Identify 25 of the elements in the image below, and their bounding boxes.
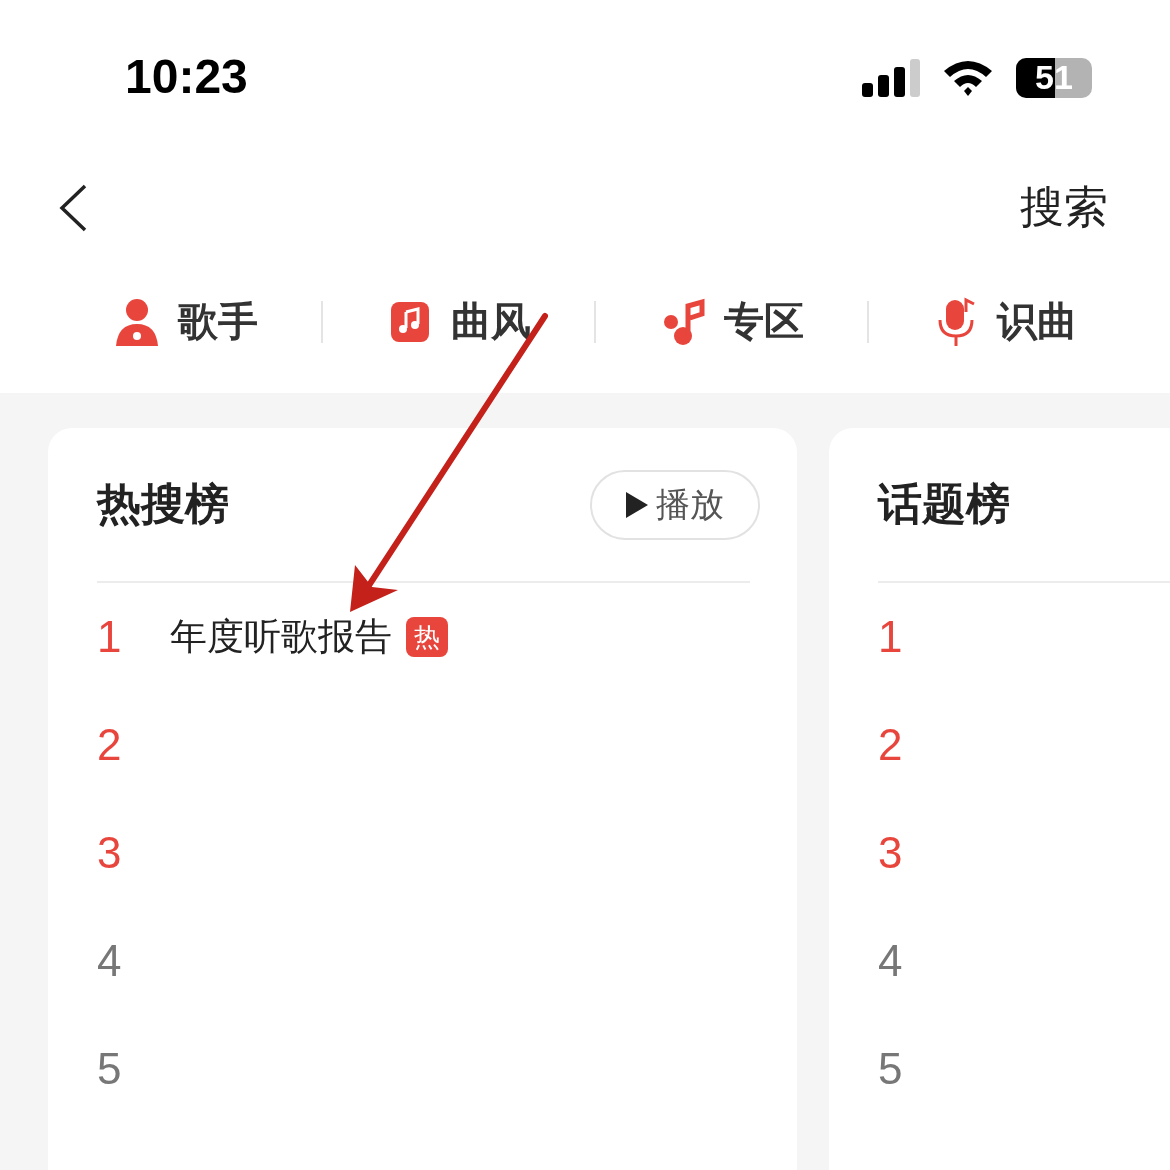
rank-number: 4 bbox=[97, 936, 123, 986]
rank-number: 3 bbox=[97, 828, 123, 878]
play-button[interactable]: 播放 bbox=[590, 469, 760, 540]
category-label[interactable]: 歌手 bbox=[177, 294, 258, 349]
rank-number: 4 bbox=[878, 936, 904, 986]
item-title[interactable]: 年度听歌报告 bbox=[170, 612, 392, 662]
card-title: 热搜榜 bbox=[97, 477, 229, 531]
card-title: 话题榜 bbox=[878, 477, 1010, 531]
rank-number: 1 bbox=[97, 612, 123, 662]
category-label[interactable]: 专区 bbox=[723, 294, 804, 349]
rank-number: 2 bbox=[878, 720, 904, 770]
rank-number: 3 bbox=[878, 828, 904, 878]
signal-icon bbox=[862, 58, 920, 97]
category-label[interactable]: 识曲 bbox=[996, 294, 1077, 349]
rank-number: 2 bbox=[97, 720, 123, 770]
wifi-icon bbox=[942, 58, 994, 97]
category-label[interactable]: 曲风 bbox=[450, 294, 531, 349]
rank-number: 5 bbox=[878, 1044, 904, 1094]
rank-number: 1 bbox=[878, 612, 904, 662]
search-button[interactable]: 搜索 bbox=[1020, 178, 1108, 237]
status-time: 10:23 bbox=[125, 49, 249, 104]
play-icon bbox=[626, 491, 648, 518]
back-icon[interactable] bbox=[58, 182, 88, 233]
rank-number: 5 bbox=[97, 1044, 123, 1094]
hot-badge: 热 bbox=[406, 617, 448, 657]
